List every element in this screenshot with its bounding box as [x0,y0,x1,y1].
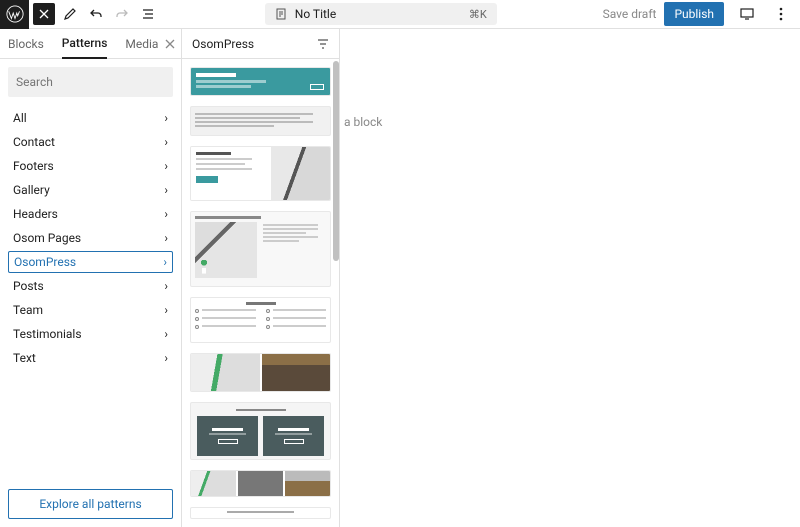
tab-blocks[interactable]: Blocks [8,29,44,58]
category-headers[interactable]: Headers› [8,203,173,225]
chevron-right-icon: › [164,159,168,173]
category-osompress[interactable]: OsomPress› [8,251,173,273]
document-title: No Title [295,7,336,21]
pattern-thumbnail[interactable] [190,67,331,96]
chevron-right-icon: › [164,231,168,245]
pattern-panel-title: OsomPress [192,37,254,51]
save-draft-button[interactable]: Save draft [603,7,657,21]
more-options-button[interactable] [770,3,792,25]
pattern-thumbnail[interactable] [190,402,331,460]
redo-button [111,3,133,25]
category-posts[interactable]: Posts› [8,275,173,297]
chevron-right-icon: › [163,255,167,269]
chevron-right-icon: › [164,303,168,317]
editor-canvas[interactable]: a block [340,29,800,527]
chevron-right-icon: › [164,279,168,293]
undo-button[interactable] [85,3,107,25]
document-title-bar[interactable]: No Title ⌘K [265,3,497,25]
pattern-thumbnail[interactable] [190,106,331,135]
pattern-thumbnail[interactable] [190,353,331,392]
page-icon [275,8,287,20]
category-team[interactable]: Team› [8,299,173,321]
canvas-placeholder-text: a block [344,115,382,129]
search-input[interactable] [16,75,172,89]
pattern-thumbnail[interactable] [190,470,331,497]
category-all[interactable]: All› [8,107,173,129]
chevron-right-icon: › [164,207,168,221]
view-button[interactable] [736,3,758,25]
chevron-right-icon: › [164,327,168,341]
category-text[interactable]: Text› [8,347,173,369]
chevron-right-icon: › [164,135,168,149]
filter-icon[interactable] [317,38,329,50]
chevron-right-icon: › [164,111,168,125]
publish-button[interactable]: Publish [664,2,724,26]
scrollbar[interactable] [333,61,339,261]
search-input-wrapper[interactable] [8,67,173,97]
tab-media[interactable]: Media [125,29,158,58]
pattern-thumbnail[interactable] [190,211,331,286]
tab-patterns[interactable]: Patterns [62,30,108,59]
pattern-thumbnail[interactable] [190,297,331,344]
category-gallery[interactable]: Gallery› [8,179,173,201]
pattern-thumbnail[interactable] [190,507,331,519]
document-overview-button[interactable] [137,3,159,25]
chevron-right-icon: › [164,351,168,365]
edit-tool-button[interactable] [59,3,81,25]
category-contact[interactable]: Contact› [8,131,173,153]
close-inserter-button[interactable] [33,3,55,25]
chevron-right-icon: › [164,183,168,197]
category-osom-pages[interactable]: Osom Pages› [8,227,173,249]
wordpress-logo[interactable] [0,0,29,29]
pattern-thumbnail[interactable] [190,146,331,202]
explore-all-patterns-button[interactable]: Explore all patterns [8,489,173,519]
close-panel-button[interactable] [165,39,175,49]
category-footers[interactable]: Footers› [8,155,173,177]
command-shortcut: ⌘K [469,8,487,21]
category-testimonials[interactable]: Testimonials› [8,323,173,345]
